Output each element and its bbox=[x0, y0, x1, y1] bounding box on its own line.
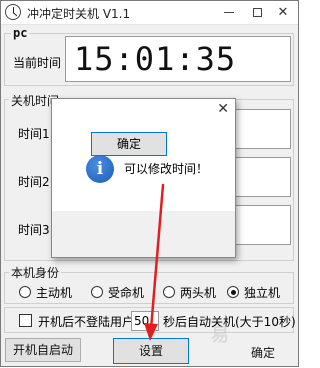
maximize-button[interactable] bbox=[244, 1, 270, 25]
settings-button[interactable]: 设置 bbox=[113, 338, 189, 364]
current-time-value: 15:01:35 bbox=[74, 40, 237, 78]
radio-circle[interactable] bbox=[91, 286, 103, 298]
identity-legend: 本机身份 bbox=[9, 264, 62, 281]
maximize-icon bbox=[252, 8, 262, 17]
time3-label: 时间3 bbox=[18, 223, 50, 237]
dialog-ok-button[interactable]: 确定 bbox=[91, 132, 167, 156]
dialog-message: 可以修改时间！ bbox=[124, 162, 209, 176]
radio-label: 受命机 bbox=[108, 285, 145, 300]
watermark-logo: 易 bbox=[211, 325, 230, 346]
autostart-button[interactable]: 开机自启动 bbox=[5, 338, 81, 362]
time2-label: 时间2 bbox=[18, 175, 50, 189]
no-login-label: 开机后不登陆用户 bbox=[38, 315, 135, 329]
current-time-display: 15:01:35 bbox=[65, 36, 291, 82]
radio-standalone-machine[interactable]: 独立机 bbox=[227, 285, 281, 300]
minimize-button[interactable] bbox=[216, 1, 242, 25]
pc-group-legend: pc bbox=[11, 26, 30, 40]
radio-active-machine[interactable]: 主动机 bbox=[19, 285, 73, 300]
info-icon: i bbox=[86, 155, 114, 183]
radio-commanded-machine[interactable]: 受命机 bbox=[91, 285, 145, 300]
radio-label: 独立机 bbox=[244, 285, 281, 300]
radio-dual-machine[interactable]: 两头机 bbox=[163, 285, 217, 300]
main-window: 冲冲定时关机 V1.1 ✕ pc 当前时间 15:01:35 关机时间 时间1 … bbox=[0, 0, 299, 367]
radio-circle[interactable] bbox=[163, 286, 175, 298]
confirm-button[interactable]: 确定 bbox=[245, 345, 281, 363]
radio-label: 主动机 bbox=[36, 285, 73, 300]
time1-label: 时间1 bbox=[18, 127, 50, 141]
minimize-icon bbox=[224, 12, 234, 13]
title-bar: 冲冲定时关机 V1.1 ✕ bbox=[1, 1, 298, 25]
radio-circle[interactable] bbox=[19, 286, 31, 298]
radio-circle-checked[interactable] bbox=[227, 286, 239, 298]
dialog-footer bbox=[52, 211, 235, 257]
message-dialog: ✕ i 可以修改时间！ bbox=[51, 98, 236, 258]
seconds-input[interactable]: 50 bbox=[131, 311, 159, 331]
radio-label: 两头机 bbox=[180, 285, 217, 300]
close-icon: ✕ bbox=[277, 5, 289, 20]
no-login-checkbox[interactable] bbox=[19, 314, 32, 327]
clock-icon bbox=[5, 4, 21, 20]
dialog-close-icon[interactable]: ✕ bbox=[217, 101, 229, 117]
current-time-label: 当前时间 bbox=[13, 56, 62, 70]
close-button[interactable]: ✕ bbox=[270, 1, 296, 25]
window-title: 冲冲定时关机 V1.1 bbox=[27, 7, 131, 21]
